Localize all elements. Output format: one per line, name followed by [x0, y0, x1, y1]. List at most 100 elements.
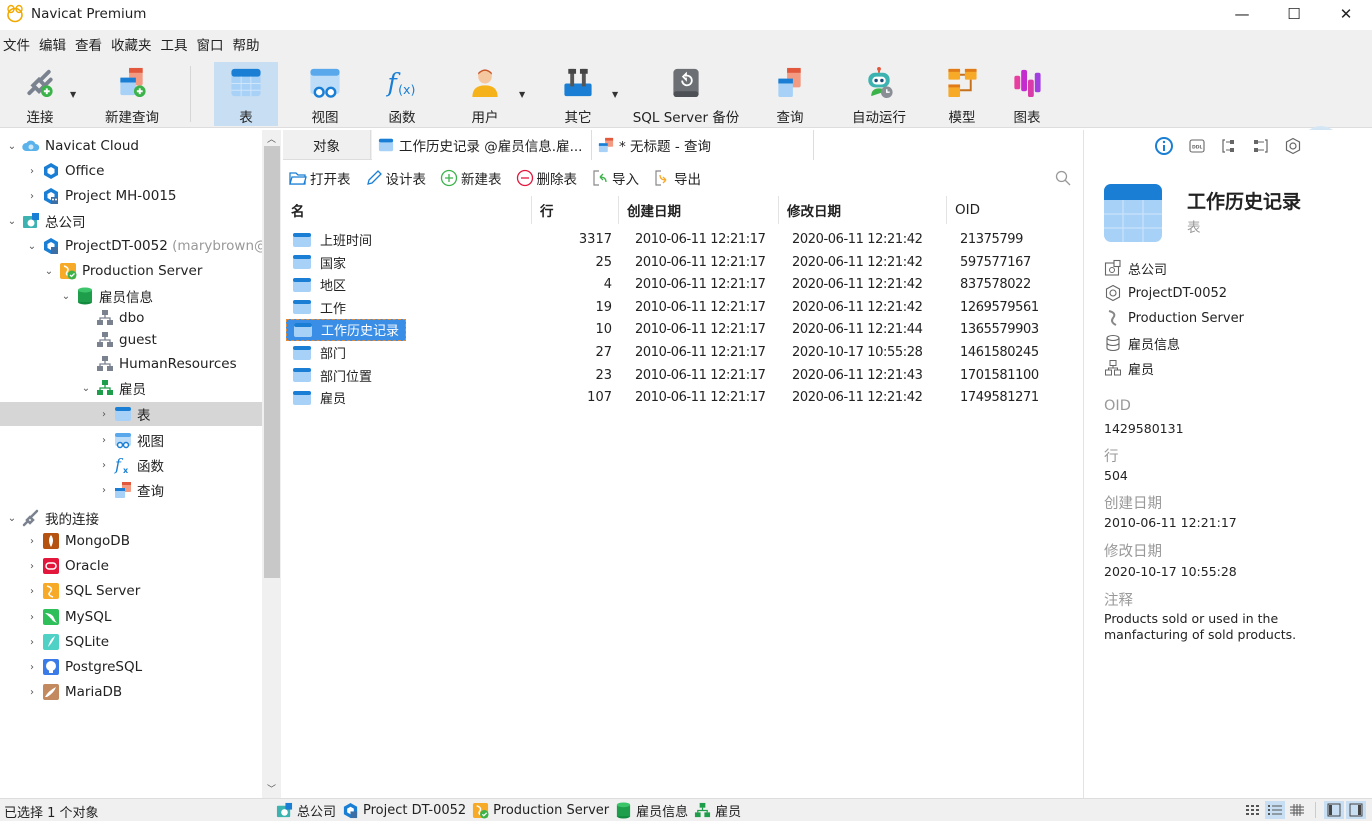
table-row[interactable]: 部门 27 2010-06-11 12:21:17 2020-10-17 10:55:… — [283, 341, 1081, 364]
column-header-modified[interactable]: 修改日期 — [779, 196, 947, 224]
tree-item-schema-employee[interactable]: ⌄ 雇员 — [80, 376, 146, 400]
tree-item-sqlite[interactable]: › SQLite — [26, 630, 109, 654]
list-view-button[interactable] — [1243, 801, 1263, 819]
tree-item-oracle[interactable]: › Oracle — [26, 554, 109, 578]
tree-item-project-mh-0015[interactable]: › Project MH-0015 — [26, 184, 177, 208]
tree-item-employee-info-db[interactable]: ⌄ 雇员信息 — [60, 284, 153, 308]
tree-item-functions[interactable]: › fx 函数 — [98, 453, 164, 477]
toolbar-view-button[interactable]: 视图 — [295, 62, 355, 126]
table-row[interactable]: 工作 19 2010-06-11 12:21:17 2020-06-11 12:21:… — [283, 296, 1081, 319]
menu-file[interactable]: 文件 — [3, 34, 30, 54]
tree-item-schema-dbo[interactable]: dbo — [96, 306, 144, 330]
cell-name[interactable]: 雇员 — [293, 386, 349, 409]
table-row[interactable]: 地区 4 2010-06-11 12:21:17 2020-06-11 12:21:4… — [283, 273, 1081, 296]
tab-untitled-query[interactable]: * 无标题 - 查询 — [592, 130, 814, 160]
column-header-created[interactable]: 创建日期 — [619, 196, 779, 224]
tree-item-projectdt-0052[interactable]: ⌄ ProjectDT-0052 (marybrown@ — [26, 234, 262, 258]
menu-favorites[interactable]: 收藏夹 — [111, 34, 152, 54]
chevron-down-icon[interactable]: ⌄ — [80, 383, 92, 394]
ddl-icon[interactable]: DDL — [1188, 137, 1206, 155]
column-header-rows[interactable]: 行 — [532, 196, 619, 224]
menu-edit[interactable]: 编辑 — [39, 34, 66, 54]
tree-item-postgresql[interactable]: › PostgreSQL — [26, 655, 142, 679]
menu-tools[interactable]: 工具 — [161, 34, 188, 54]
column-header-oid[interactable]: OID — [947, 196, 1081, 224]
tab-objects[interactable]: 对象 — [283, 130, 371, 160]
tree-item-schema-guest[interactable]: guest — [96, 328, 157, 352]
tree-item-office[interactable]: › Office — [26, 159, 104, 183]
new-table-button[interactable]: 新建表 — [440, 168, 502, 188]
chevron-down-icon[interactable]: ⌄ — [60, 291, 72, 302]
info-icon[interactable] — [1154, 136, 1174, 156]
tab-table-work-history[interactable]: 工作历史记录 @雇员信息.雇... — [372, 130, 592, 160]
tree-item-navicat-cloud[interactable]: ⌄ Navicat Cloud — [6, 134, 139, 158]
open-table-button[interactable]: 打开表 — [289, 168, 351, 188]
table-row[interactable]: 国家 25 2010-06-11 12:21:17 2020-06-11 12:21:… — [283, 251, 1081, 274]
chevron-right-icon[interactable]: › — [98, 409, 110, 420]
toolbar-backup-button[interactable]: SQL Server 备份 — [633, 62, 739, 126]
column-header-name[interactable]: 名 — [283, 196, 532, 224]
toolbar-model-button[interactable]: 模型 — [938, 62, 986, 126]
tree-item-production-server[interactable]: ⌄ Production Server — [43, 259, 202, 283]
toolbar-automation-button[interactable]: 自动运行 — [843, 62, 915, 126]
menu-view[interactable]: 查看 — [75, 34, 102, 54]
chevron-down-icon[interactable]: ⌄ — [6, 216, 18, 227]
chevron-right-icon[interactable]: › — [26, 561, 38, 572]
chevron-down-icon[interactable]: ⌄ — [43, 266, 55, 277]
menu-window[interactable]: 窗口 — [197, 34, 224, 54]
toolbar-query-button[interactable]: 查询 — [766, 62, 814, 126]
maximize-button[interactable]: ☐ — [1268, 0, 1320, 28]
tree-item-mongodb[interactable]: › MongoDB — [26, 529, 130, 553]
toolbar-other-button[interactable]: ▼ 其它 — [548, 62, 618, 126]
relation-icon[interactable] — [1252, 137, 1270, 155]
export-button[interactable]: 导出 — [653, 168, 701, 188]
table-row[interactable]: 雇员 107 2010-06-11 12:21:17 2020-06-11 12:21… — [283, 386, 1081, 409]
toolbar-table-button[interactable]: 表 — [214, 62, 278, 126]
toolbar-user-button[interactable]: ▼ 用户 — [455, 62, 525, 126]
chevron-right-icon[interactable]: › — [26, 536, 38, 547]
chevron-right-icon[interactable]: › — [98, 485, 110, 496]
cell-name[interactable]: 工作 — [293, 296, 349, 319]
scrollbar-thumb[interactable] — [264, 146, 280, 578]
chevron-right-icon[interactable]: › — [26, 586, 38, 597]
tree-item-queries[interactable]: › 查询 — [98, 478, 164, 502]
cell-name[interactable]: 上班时间 — [293, 228, 375, 251]
tree-item-views[interactable]: › 视图 — [98, 428, 164, 452]
chevron-right-icon[interactable]: › — [98, 460, 110, 471]
tree-item-mariadb[interactable]: › MariaDB — [26, 680, 122, 704]
chevron-right-icon[interactable]: › — [26, 637, 38, 648]
chevron-down-icon[interactable]: ⌄ — [6, 513, 18, 524]
dependency-icon[interactable] — [1220, 137, 1238, 155]
minimize-button[interactable]: — — [1216, 0, 1268, 28]
toolbar-connect-button[interactable]: ▼ 连接 — [12, 62, 76, 126]
chevron-right-icon[interactable]: › — [26, 662, 38, 673]
toolbar-chart-button[interactable]: 图表 — [1003, 62, 1051, 126]
table-row[interactable]: 上班时间 3317 2010-06-11 12:21:17 2020-06-11 12… — [283, 228, 1081, 251]
tree-item-mysql[interactable]: › MySQL — [26, 605, 111, 629]
toolbar-new-query-button[interactable]: 新建查询 — [100, 62, 164, 126]
scroll-up-icon[interactable]: ︿ — [262, 132, 281, 146]
tree-item-tables[interactable]: › 表 — [0, 402, 262, 426]
chevron-right-icon[interactable]: › — [26, 166, 38, 177]
import-button[interactable]: 导入 — [591, 168, 639, 188]
chevron-down-icon[interactable]: ⌄ — [26, 241, 38, 252]
delete-table-button[interactable]: 删除表 — [516, 168, 577, 188]
table-row[interactable]: 工作历史记录 10 2010-06-11 12:21:17 2020-06-11 12… — [283, 318, 1081, 341]
chevron-right-icon[interactable]: › — [26, 191, 38, 202]
toolbar-function-button[interactable]: f (x) 函数 — [372, 62, 432, 126]
sidebar-scrollbar[interactable]: ︿ ﹀ — [262, 130, 281, 798]
toggle-right-pane-button[interactable] — [1346, 801, 1366, 819]
cell-name[interactable]: 部门 — [293, 341, 349, 364]
design-table-button[interactable]: 设计表 — [365, 168, 426, 188]
close-button[interactable]: ✕ — [1320, 0, 1372, 28]
chevron-right-icon[interactable]: › — [26, 612, 38, 623]
search-icon[interactable] — [1055, 170, 1071, 186]
cell-name[interactable]: 工作历史记录 — [286, 318, 407, 341]
hexagon-icon[interactable] — [1284, 137, 1302, 155]
tree-item-my-connections[interactable]: ⌄ 我的连接 — [6, 506, 99, 530]
tree-item-head-office[interactable]: ⌄ 总公司 — [6, 209, 86, 233]
chevron-right-icon[interactable]: › — [98, 435, 110, 446]
tree-item-sql-server[interactable]: › SQL Server — [26, 579, 140, 603]
cell-name[interactable]: 部门位置 — [293, 364, 375, 387]
grid-view-button[interactable] — [1287, 801, 1307, 819]
